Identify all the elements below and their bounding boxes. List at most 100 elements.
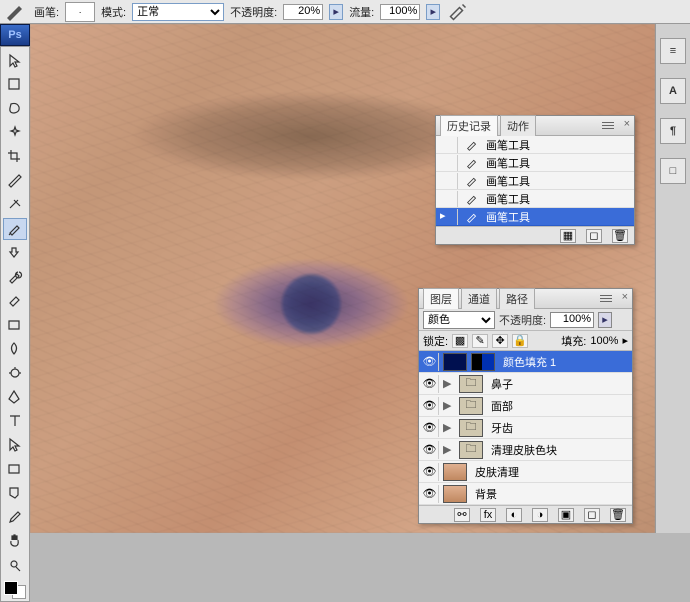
flow-arrow[interactable]: ▸ <box>426 4 440 20</box>
layer-row[interactable]: 👁▶🗀鼻子 <box>419 373 632 395</box>
panel-menu-icon[interactable] <box>600 293 612 303</box>
lock-position-icon[interactable]: ✥ <box>492 334 508 348</box>
layer-row[interactable]: 👁颜色填充 1 <box>419 351 632 373</box>
layers-panel: 图层 通道 路径 × 颜色 不透明度: 100% ▸ 锁定: ▩ ✎ ✥ 🔒 填… <box>418 288 633 524</box>
layer-row[interactable]: 👁皮肤清理 <box>419 461 632 483</box>
airbrush-icon[interactable] <box>446 2 470 22</box>
snapshot-icon[interactable]: ▦ <box>560 229 576 243</box>
tab-history[interactable]: 历史记录 <box>440 115 498 136</box>
brush-label: 画笔: <box>34 4 59 20</box>
stamp-tool[interactable] <box>3 242 27 264</box>
layers-footer: ⚯ fx ◐ ◑ ▣ ◻ 🗑 <box>419 505 632 523</box>
history-gutter <box>440 173 458 189</box>
layers-panel-header[interactable]: 图层 通道 路径 × <box>419 289 632 309</box>
trash-icon[interactable]: 🗑 <box>612 229 628 243</box>
slice-tool[interactable] <box>3 170 27 192</box>
ps-logo[interactable]: Ps <box>0 24 30 46</box>
layer-blend-select[interactable]: 颜色 <box>423 311 495 329</box>
layer-row[interactable]: 👁▶🗀面部 <box>419 395 632 417</box>
twisty-icon[interactable]: ▶ <box>443 443 455 456</box>
fill-input[interactable]: 100% <box>590 335 618 347</box>
opacity-input[interactable]: 20% <box>283 4 323 20</box>
dodge-tool[interactable] <box>3 362 27 384</box>
new-doc-icon[interactable]: ◻ <box>586 229 602 243</box>
path-select-tool[interactable] <box>3 434 27 456</box>
hand-tool[interactable] <box>3 530 27 552</box>
history-item[interactable]: 画笔工具 <box>436 136 634 154</box>
brush-icon <box>464 138 480 152</box>
lock-transparent-icon[interactable]: ▩ <box>452 334 468 348</box>
mask-icon[interactable]: ◐ <box>506 508 522 522</box>
eraser-tool[interactable] <box>3 290 27 312</box>
visibility-icon[interactable]: 👁 <box>421 375 439 393</box>
opacity-arrow[interactable]: ▸ <box>329 4 343 20</box>
history-item[interactable]: 画笔工具 <box>436 190 634 208</box>
history-item[interactable]: 画笔工具 <box>436 154 634 172</box>
tab-actions[interactable]: 动作 <box>500 115 536 136</box>
lock-all-icon[interactable]: 🔒 <box>512 334 528 348</box>
history-item-label: 画笔工具 <box>486 137 530 153</box>
type-tool[interactable] <box>3 410 27 432</box>
fx-icon[interactable]: fx <box>480 508 496 522</box>
notes-tool[interactable] <box>3 482 27 504</box>
dock-button-2[interactable]: ¶ <box>660 118 686 144</box>
layer-row[interactable]: 👁▶🗀清理皮肤色块 <box>419 439 632 461</box>
new-layer-icon[interactable]: ◻ <box>584 508 600 522</box>
link-icon[interactable]: ⚯ <box>454 508 470 522</box>
flow-label: 流量: <box>349 4 374 20</box>
move-tool[interactable] <box>3 50 27 72</box>
lasso-tool[interactable] <box>3 98 27 120</box>
history-item[interactable]: ▸画笔工具 <box>436 208 634 226</box>
layer-name: 背景 <box>471 486 630 502</box>
healing-tool[interactable] <box>3 194 27 216</box>
layer-thumb <box>443 463 467 481</box>
visibility-icon[interactable]: 👁 <box>421 353 439 371</box>
layer-row[interactable]: 👁 背景 <box>419 483 632 505</box>
blend-mode-select[interactable]: 正常 <box>132 3 224 21</box>
history-panel-header[interactable]: 历史记录 动作 × <box>436 116 634 136</box>
eyedropper-tool[interactable] <box>3 506 27 528</box>
history-brush-tool[interactable] <box>3 266 27 288</box>
layer-opacity-arrow[interactable]: ▸ <box>598 312 612 328</box>
visibility-icon[interactable]: 👁 <box>421 441 439 459</box>
tab-paths[interactable]: 路径 <box>499 288 535 309</box>
visibility-icon[interactable]: 👁 <box>421 397 439 415</box>
history-list: 画笔工具画笔工具画笔工具画笔工具▸画笔工具 <box>436 136 634 226</box>
twisty-icon[interactable]: ▶ <box>443 399 455 412</box>
group-icon[interactable]: ▣ <box>558 508 574 522</box>
brush-icon <box>464 174 480 188</box>
wand-tool[interactable] <box>3 122 27 144</box>
twisty-icon[interactable]: ▶ <box>443 421 455 434</box>
visibility-icon[interactable]: 👁 <box>421 419 439 437</box>
visibility-icon[interactable]: 👁 <box>421 485 439 503</box>
tool-preset-icon[interactable] <box>4 2 28 22</box>
shape-tool[interactable] <box>3 458 27 480</box>
gradient-tool[interactable] <box>3 314 27 336</box>
color-swatch[interactable] <box>4 581 26 599</box>
dock-button-3[interactable]: □ <box>660 158 686 184</box>
fill-arrow[interactable]: ▸ <box>622 334 628 347</box>
marquee-tool[interactable] <box>3 74 27 96</box>
tab-channels[interactable]: 通道 <box>461 288 497 309</box>
close-icon[interactable]: × <box>622 291 628 303</box>
flow-input[interactable]: 100% <box>380 4 420 20</box>
twisty-icon[interactable]: ▶ <box>443 377 455 390</box>
blur-tool[interactable] <box>3 338 27 360</box>
layer-opacity-input[interactable]: 100% <box>550 312 594 328</box>
layer-row[interactable]: 👁▶🗀牙齿 <box>419 417 632 439</box>
lock-image-icon[interactable]: ✎ <box>472 334 488 348</box>
close-icon[interactable]: × <box>624 118 630 130</box>
trash-icon[interactable]: 🗑 <box>610 508 626 522</box>
dock-button-0[interactable]: ≡ <box>660 38 686 64</box>
brush-tool[interactable] <box>3 218 27 240</box>
adjustment-icon[interactable]: ◑ <box>532 508 548 522</box>
zoom-tool[interactable] <box>3 554 27 576</box>
tab-layers[interactable]: 图层 <box>423 288 459 309</box>
brush-preset-picker[interactable]: · <box>65 2 95 22</box>
crop-tool[interactable] <box>3 146 27 168</box>
pen-tool[interactable] <box>3 386 27 408</box>
history-item[interactable]: 画笔工具 <box>436 172 634 190</box>
visibility-icon[interactable]: 👁 <box>421 463 439 481</box>
dock-button-1[interactable]: A <box>660 78 686 104</box>
panel-menu-icon[interactable] <box>602 120 614 130</box>
